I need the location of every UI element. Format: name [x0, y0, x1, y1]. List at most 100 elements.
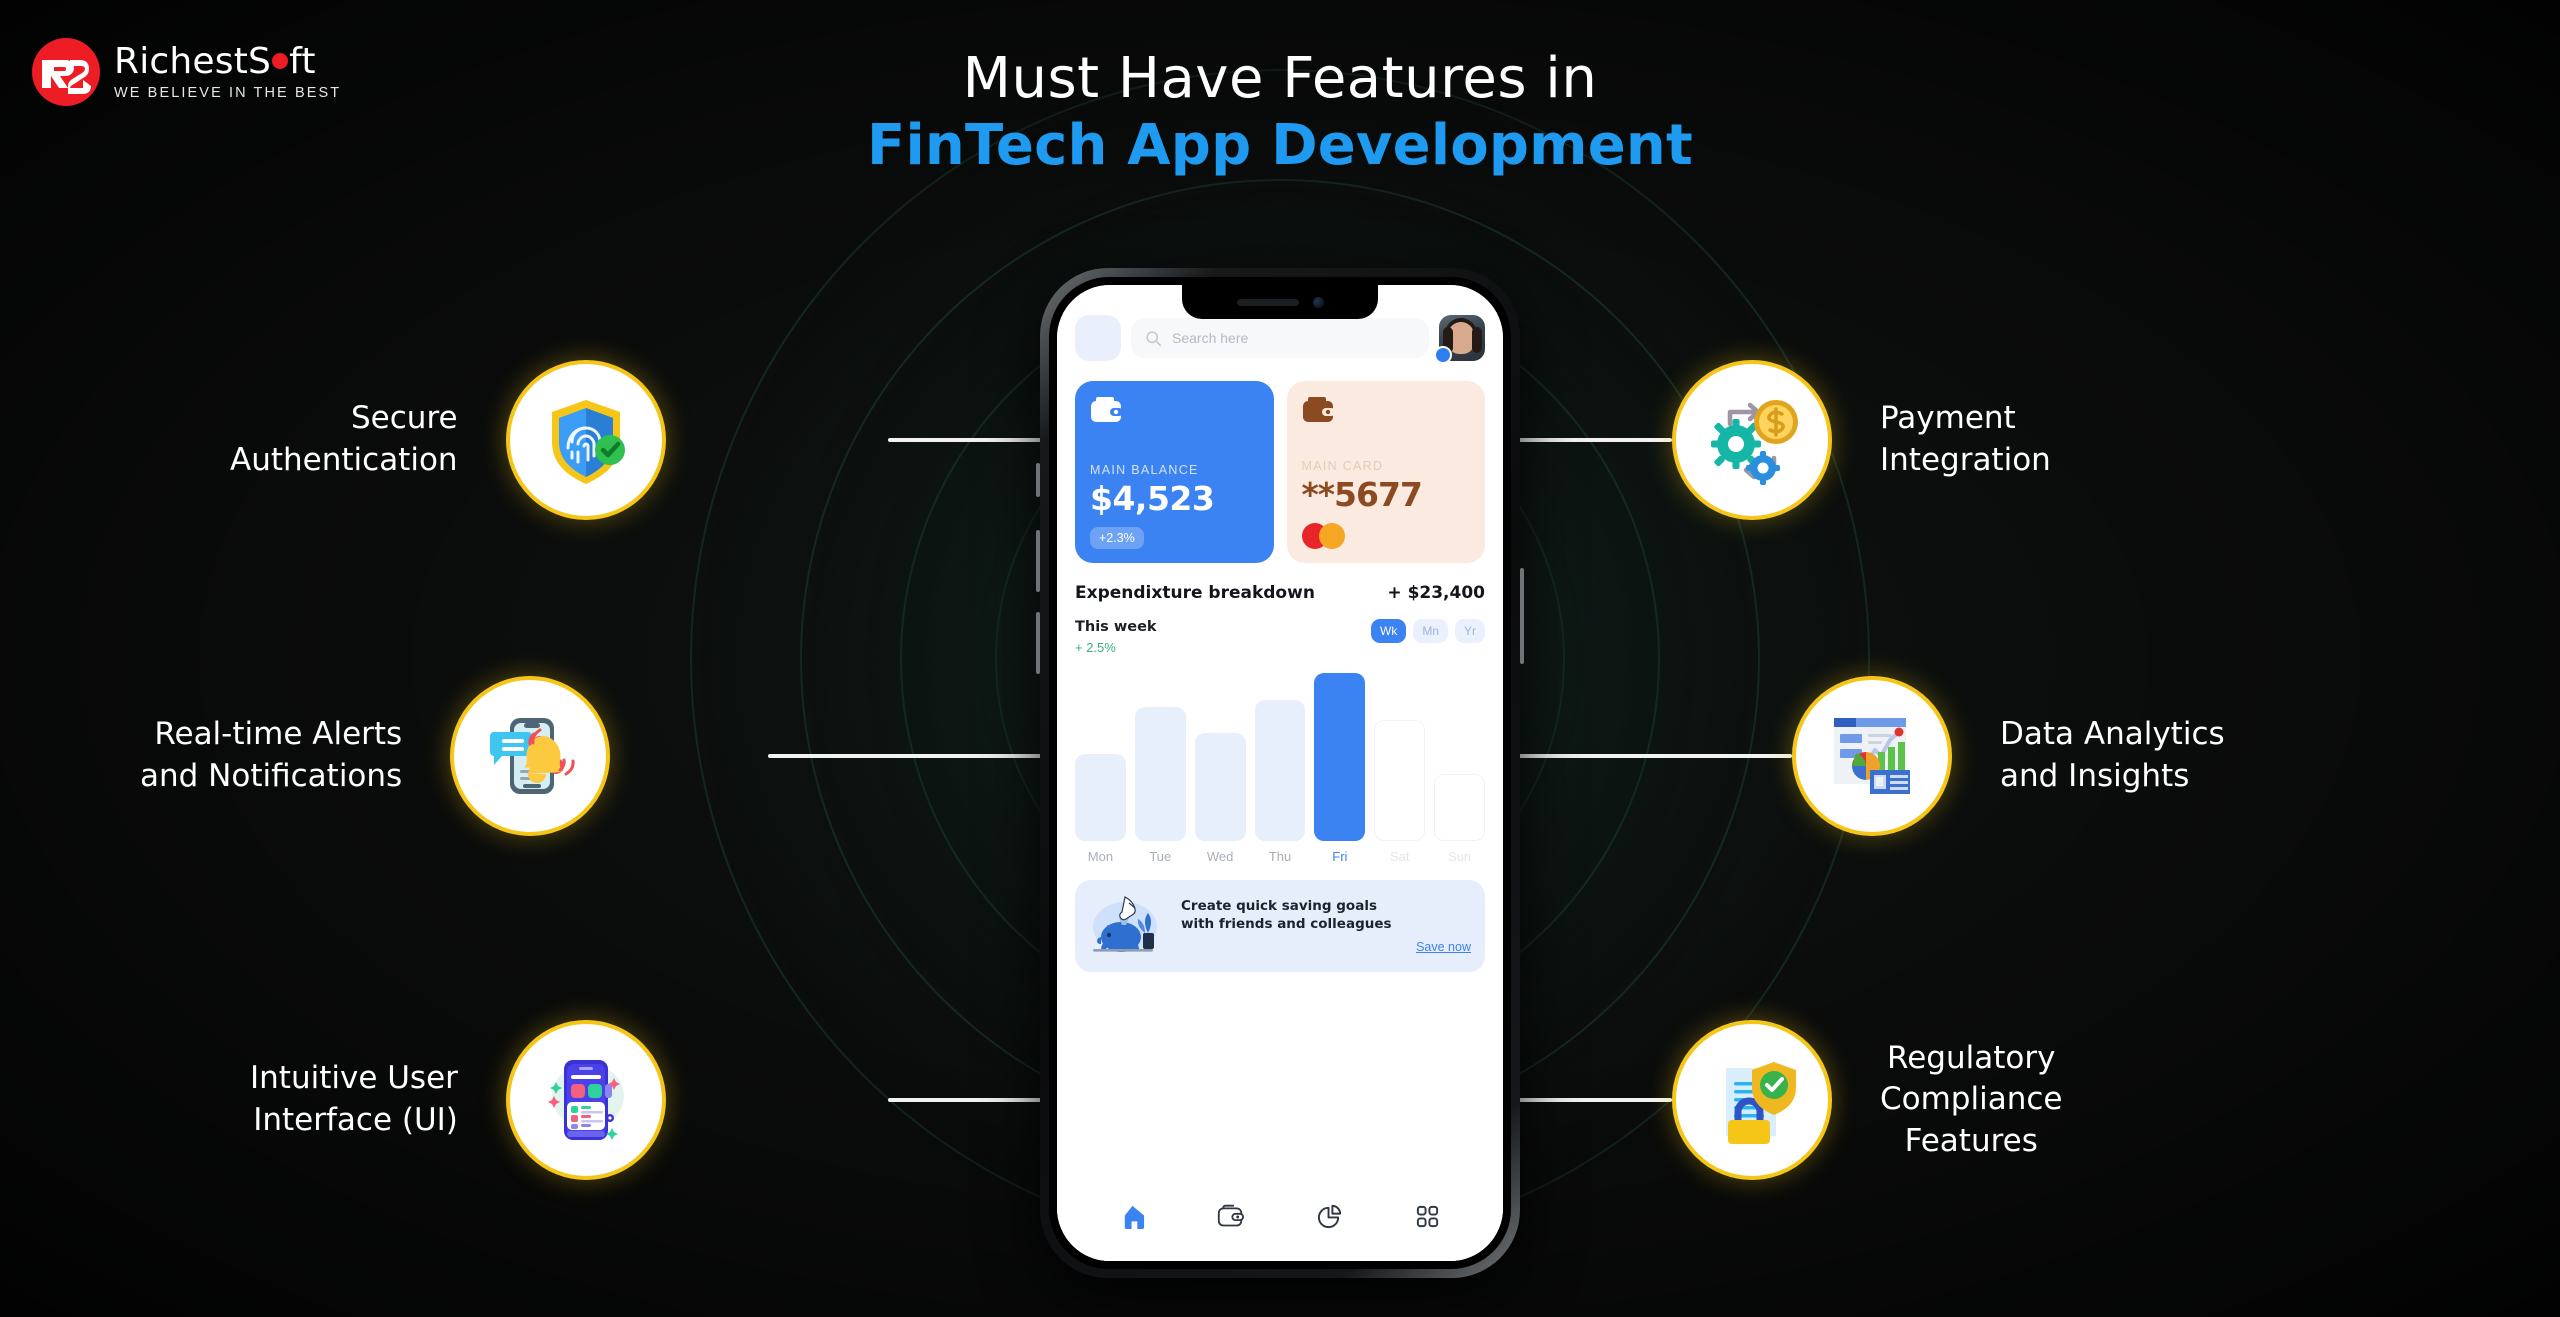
home-tab[interactable] — [1117, 1201, 1147, 1231]
chart-label-sun: Sun — [1448, 849, 1472, 864]
home-icon — [1124, 1205, 1144, 1229]
range-option-wk[interactable]: Wk — [1371, 619, 1407, 643]
expenditure-bar-chart — [1075, 673, 1486, 841]
phone-power-button[interactable] — [1520, 568, 1524, 664]
phone-bezel: Search here MAIN BALANCE $4,523 +2.3% MA… — [1049, 277, 1511, 1269]
chart-label-mon: Mon — [1087, 849, 1114, 864]
chart-bar-mon[interactable] — [1075, 753, 1126, 841]
chart-column[interactable] — [1134, 673, 1186, 841]
search-input[interactable]: Search here — [1131, 318, 1429, 358]
connector-regulatory-compliance — [1512, 1098, 1672, 1102]
connector-data-analytics — [1512, 754, 1792, 758]
label-line: Authentication — [230, 442, 458, 478]
avatar[interactable] — [1434, 315, 1485, 364]
connector-intuitive-ui — [888, 1098, 1048, 1102]
account-cards: MAIN BALANCE $4,523 +2.3% MAIN CARD **56… — [1075, 381, 1485, 563]
chart-x-axis: Mon Tue Wed Thu Fri Sat Sun — [1075, 849, 1485, 864]
pie-chart-icon — [1317, 1204, 1341, 1228]
label-line: and Insights — [2000, 758, 2190, 794]
label-line: Integration — [1880, 442, 2051, 478]
main-balance-card[interactable]: MAIN BALANCE $4,523 +2.3% — [1075, 381, 1274, 563]
chart-bar-wed[interactable] — [1194, 733, 1246, 841]
chart-bar-sat[interactable] — [1374, 720, 1426, 841]
chart-bar-thu[interactable] — [1254, 699, 1306, 841]
period-change: + 2.5% — [1075, 640, 1116, 655]
avatar-hair-right — [1472, 327, 1482, 353]
title-line-2: FinTech App Development — [867, 112, 1693, 178]
breakdown-header: Expendixture breakdown + $23,400 — [1075, 583, 1485, 603]
label-line: Interface (UI) — [253, 1102, 458, 1138]
statistics-tab[interactable] — [1314, 1201, 1344, 1231]
search-placeholder: Search here — [1172, 330, 1249, 346]
main-card-card[interactable]: MAIN CARD **5677 — [1286, 381, 1485, 563]
main-card-title: MAIN CARD — [1301, 459, 1384, 473]
page-title: Must Have Features in FinTech App Develo… — [0, 46, 2560, 181]
phone-screen: Search here MAIN BALANCE $4,523 +2.3% MA… — [1057, 285, 1503, 1261]
search-icon — [1146, 330, 1162, 346]
feature-regulatory-compliance[interactable]: Regulatory Compliance Features — [1672, 1020, 2062, 1180]
promo-text: Create quick saving goals with friends a… — [1181, 898, 1471, 954]
chart-column[interactable] — [1314, 673, 1366, 841]
phone-bell-icon — [450, 676, 611, 836]
feature-real-time-alerts[interactable]: Real-time Alerts and Notifications — [140, 676, 611, 836]
chart-label-tue: Tue — [1149, 849, 1172, 864]
chart-bar-tue[interactable] — [1134, 706, 1186, 841]
promo-line-2: with friends and colleagues — [1181, 916, 1392, 932]
chart-bar-fri[interactable] — [1314, 673, 1366, 841]
feature-label-regulatory-compliance: Regulatory Compliance Features — [1880, 1038, 2062, 1163]
feature-label-real-time-alerts: Real-time Alerts and Notifications — [140, 714, 402, 797]
chart-bar-sun[interactable] — [1434, 773, 1486, 841]
mastercard-orange-circle — [1318, 523, 1345, 549]
label-line: Features — [1904, 1122, 2038, 1159]
connector-payment-integration — [1512, 438, 1672, 442]
range-toggle[interactable]: Wk Mn Yr — [1371, 619, 1485, 643]
save-now-link[interactable]: Save now — [1181, 940, 1471, 954]
analytics-dashboard-icon — [1792, 676, 1952, 836]
chart-label-thu: Thu — [1268, 849, 1292, 864]
piggy-bank-illustration — [1093, 896, 1157, 952]
breakdown-total: + $23,400 — [1387, 583, 1485, 603]
mobile-ui-icon — [505, 1020, 666, 1180]
fintech-app-screen: Search here MAIN BALANCE $4,523 +2.3% MA… — [1057, 285, 1503, 1261]
connector-secure-authentication — [888, 438, 1048, 442]
range-option-yr[interactable]: Yr — [1455, 619, 1485, 643]
label-line: and Notifications — [140, 758, 403, 794]
feature-payment-integration[interactable]: Payment Integration — [1672, 360, 2051, 520]
phone-volume-down-button[interactable] — [1036, 612, 1040, 674]
bottom-tab-bar — [1057, 1185, 1503, 1261]
feature-label-payment-integration: Payment Integration — [1880, 398, 2051, 481]
label-line: Intuitive User — [250, 1060, 458, 1097]
feature-intuitive-ui[interactable]: Intuitive User Interface (UI) — [250, 1020, 666, 1180]
gears-coin-icon — [1672, 360, 1832, 520]
wallet-icon — [1218, 1204, 1245, 1226]
chart-column[interactable] — [1194, 673, 1246, 841]
feature-label-secure-authentication: Secure Authentication — [230, 398, 458, 481]
apps-tab[interactable] — [1413, 1201, 1443, 1231]
chart-column[interactable] — [1374, 673, 1426, 841]
label-line: Payment — [1880, 400, 2016, 437]
chart-column[interactable] — [1254, 673, 1306, 841]
chart-column[interactable] — [1075, 673, 1126, 841]
label-line: Data Analytics — [2000, 716, 2225, 753]
mastercard-logo — [1301, 523, 1471, 549]
breakdown-title: Expendixture breakdown — [1075, 583, 1315, 603]
chart-label-fri: Fri — [1332, 849, 1348, 864]
breakdown-subheader: This week + 2.5% Wk Mn Yr — [1075, 619, 1485, 655]
range-option-mn[interactable]: Mn — [1413, 619, 1448, 643]
phone-mockup: Search here MAIN BALANCE $4,523 +2.3% MA… — [1036, 268, 1524, 1278]
wallet-tab[interactable] — [1216, 1201, 1246, 1231]
wallet-icon — [1302, 397, 1335, 422]
title-line-1: Must Have Features in — [962, 46, 1598, 111]
feature-label-intuitive-ui: Intuitive User Interface (UI) — [250, 1058, 458, 1141]
label-line: Real-time Alerts — [154, 716, 403, 753]
feature-data-analytics[interactable]: Data Analytics and Insights — [1792, 676, 2225, 836]
chart-column[interactable] — [1434, 673, 1486, 841]
phone-notch — [1182, 285, 1378, 319]
feature-secure-authentication[interactable]: Secure Authentication — [230, 360, 666, 520]
balance-card-title: MAIN BALANCE — [1090, 463, 1199, 477]
menu-button[interactable] — [1075, 315, 1121, 361]
phone-mute-switch[interactable] — [1036, 463, 1040, 497]
grid-icon — [1417, 1205, 1439, 1227]
phone-volume-up-button[interactable] — [1036, 530, 1040, 592]
savings-promo-banner[interactable]: Create quick saving goals with friends a… — [1075, 880, 1485, 972]
